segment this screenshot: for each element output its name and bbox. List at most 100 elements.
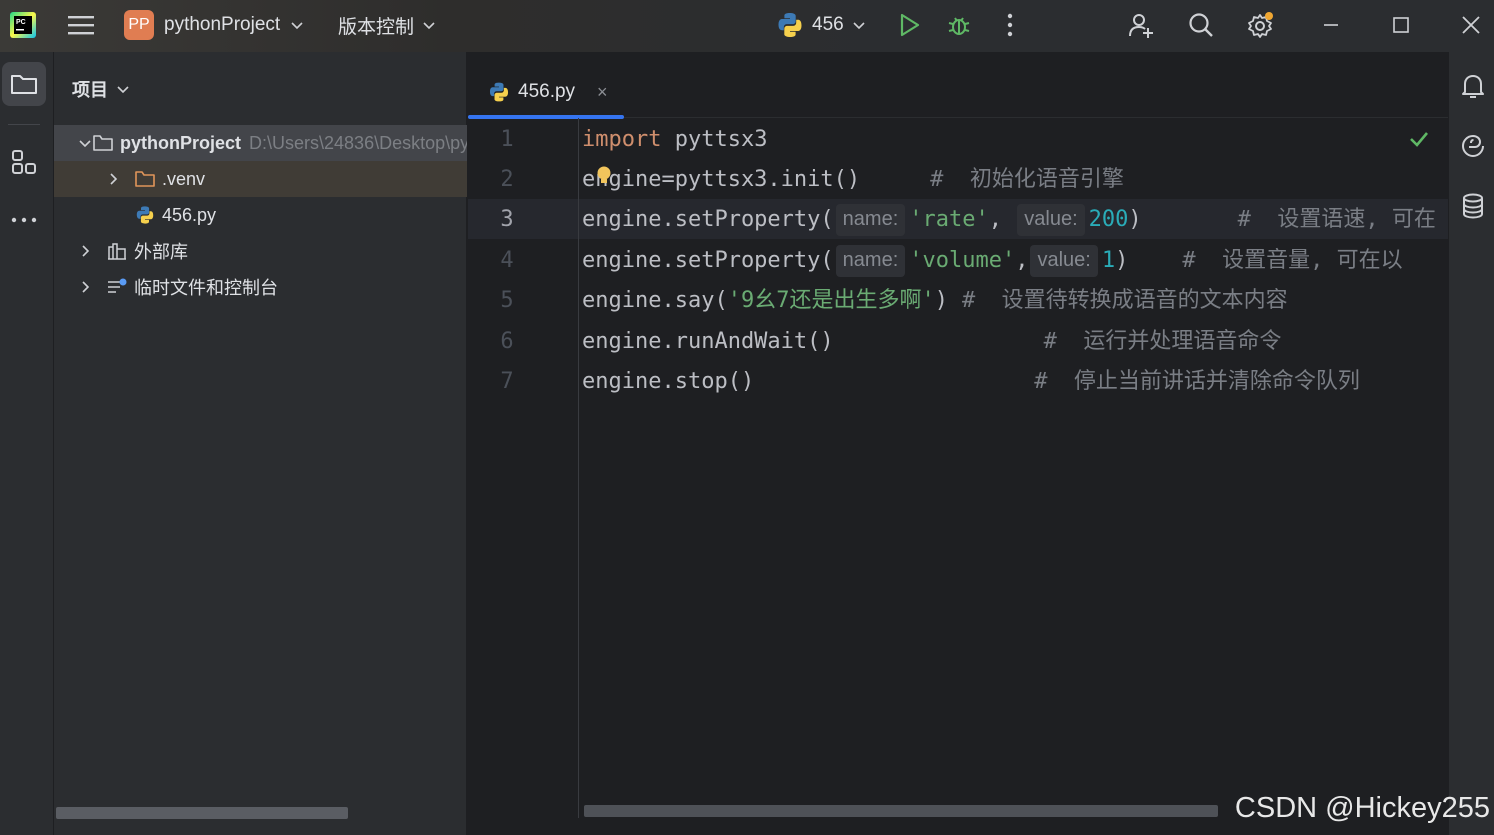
chevron-down-icon <box>423 22 435 30</box>
project-tool-button[interactable] <box>2 62 46 106</box>
project-selector[interactable]: PP pythonProject <box>124 10 304 40</box>
vcs-menu[interactable]: 版本控制 <box>338 10 436 40</box>
tree-item-scratches[interactable]: 临时文件和控制台 <box>54 269 467 305</box>
tree-item-456-py[interactable]: 456.py <box>54 197 467 233</box>
line-number: 5 <box>500 288 514 313</box>
folder-icon <box>93 135 113 151</box>
code-text: , <box>1015 248 1029 273</box>
close-window-icon[interactable] <box>1458 12 1484 38</box>
project-panel: 项目 pythonProject D:\Users\24836\Desktop\… <box>54 52 467 835</box>
editor-tab-bar: 456.py × <box>468 52 1448 119</box>
line-number: 6 <box>500 329 514 354</box>
code-line-2: engine=pyttsx3.init() # 初始化语音引擎 <box>582 160 1124 200</box>
debug-icon[interactable] <box>946 12 972 38</box>
chevron-right-icon[interactable] <box>106 172 120 186</box>
gutter-divider <box>578 118 579 818</box>
vcs-label: 版本控制 <box>338 16 415 38</box>
inspection-ok-icon[interactable] <box>1408 128 1430 150</box>
chevron-right-icon[interactable] <box>78 280 92 294</box>
chevron-down-icon <box>291 22 303 30</box>
tab-456-py[interactable]: 456.py × <box>468 66 624 119</box>
horizontal-scrollbar[interactable] <box>56 807 348 819</box>
folder-icon <box>135 171 155 187</box>
run-configuration-selector[interactable]: 456 <box>776 9 866 41</box>
code-text: engine.setProperty( <box>582 248 834 273</box>
python-file-icon <box>489 82 509 102</box>
main-menu-icon[interactable] <box>68 14 94 36</box>
string-literal: 'rate' <box>909 207 989 232</box>
svg-text:PC: PC <box>16 19 26 26</box>
tree-item-label: .venv <box>162 168 206 189</box>
line-number: 2 <box>500 167 514 192</box>
tree-item-label: 临时文件和控制台 <box>134 278 278 298</box>
code-text: engine.setProperty( <box>582 207 834 232</box>
code-line-3: engine.setProperty(name:'rate', value: 20… <box>582 200 1436 240</box>
code-text: ) <box>1115 248 1129 273</box>
database-icon[interactable] <box>1459 192 1487 220</box>
code-line-6: engine.runAndWait() # 运行并处理语音命令 <box>582 322 1281 362</box>
search-icon[interactable] <box>1188 12 1214 38</box>
string-literal: 'volume' <box>909 248 1016 273</box>
tree-item-venv[interactable]: .venv <box>54 161 467 197</box>
close-tab-icon[interactable]: × <box>597 82 608 103</box>
string-literal: '9幺7还是出生多啊' <box>727 288 935 313</box>
folder-icon <box>11 75 37 94</box>
structure-icon <box>12 150 36 174</box>
more-horizontal-icon <box>11 217 37 223</box>
structure-tool-button[interactable] <box>2 140 46 184</box>
line-number: 1 <box>500 127 514 152</box>
code-text: engine=pyttsx3.init() <box>582 167 861 192</box>
chevron-down-icon <box>117 86 129 94</box>
tree-item-label: pythonProject <box>120 132 242 153</box>
watermark: CSDN @Hickey255 <box>1234 792 1490 824</box>
number-literal: 200 <box>1088 207 1129 232</box>
code-text: engine.stop() <box>582 369 755 394</box>
keyword: import <box>582 127 662 152</box>
minimize-icon[interactable] <box>1318 12 1344 38</box>
code-area[interactable]: import pyttsx3 engine=pyttsx3.init() # 初始… <box>582 118 1448 818</box>
tree-item-label: 外部库 <box>134 242 188 262</box>
library-icon <box>108 243 126 260</box>
settings-icon[interactable] <box>1247 12 1273 38</box>
code-text: ) <box>1128 207 1142 232</box>
comment: # 运行并处理语音命令 <box>1043 329 1282 354</box>
maximize-icon[interactable] <box>1388 12 1414 38</box>
scratches-icon <box>108 278 127 293</box>
add-user-icon[interactable] <box>1128 12 1154 38</box>
project-name: pythonProject <box>164 14 281 35</box>
tree-item-external-libraries[interactable]: 外部库 <box>54 233 467 269</box>
parameter-hint: value: <box>1030 245 1098 277</box>
code-text: , <box>988 207 1016 232</box>
horizontal-scrollbar[interactable] <box>584 805 1218 817</box>
tool-strip-divider <box>8 124 40 125</box>
comment: # 停止当前讲话并清除命令队列 <box>1034 369 1360 394</box>
ai-assistant-icon[interactable] <box>1459 132 1487 160</box>
line-number: 4 <box>500 248 514 273</box>
code-line-5: engine.say('9幺7还是出生多啊') # 设置待转换成语音的文本内容 <box>582 281 1288 321</box>
code-text: engine.runAndWait() <box>582 329 834 354</box>
run-icon[interactable] <box>896 12 922 38</box>
line-number-gutter: 1 2 3 4 5 6 7 <box>468 118 578 835</box>
parameter-hint: name: <box>835 204 906 236</box>
more-actions-icon[interactable] <box>997 12 1023 38</box>
notifications-icon[interactable] <box>1459 72 1487 100</box>
project-panel-header[interactable]: 项目 <box>72 76 130 102</box>
line-number: 7 <box>500 369 514 394</box>
line-number: 3 <box>500 207 514 232</box>
python-icon <box>778 13 802 37</box>
intention-bulb-icon[interactable] <box>596 166 612 186</box>
chevron-right-icon[interactable] <box>78 244 92 258</box>
project-panel-title: 项目 <box>72 80 108 100</box>
right-tool-strip <box>1448 52 1494 835</box>
python-file-icon <box>136 206 154 224</box>
tree-item-pythonproject[interactable]: pythonProject D:\Users\24836\Desktop\pyt… <box>54 125 467 161</box>
comment: # 初始化语音引擎 <box>930 167 1124 192</box>
code-text: engine.say( <box>582 288 728 313</box>
code-text: pyttsx3 <box>661 127 768 152</box>
number-literal: 1 <box>1101 248 1116 273</box>
pycharm-logo-icon: PC <box>10 12 36 38</box>
parameter-hint: value: <box>1017 204 1085 236</box>
code-line-1: import pyttsx3 <box>582 120 767 160</box>
chevron-down-icon[interactable] <box>78 136 92 150</box>
more-tools-button[interactable] <box>2 198 46 242</box>
